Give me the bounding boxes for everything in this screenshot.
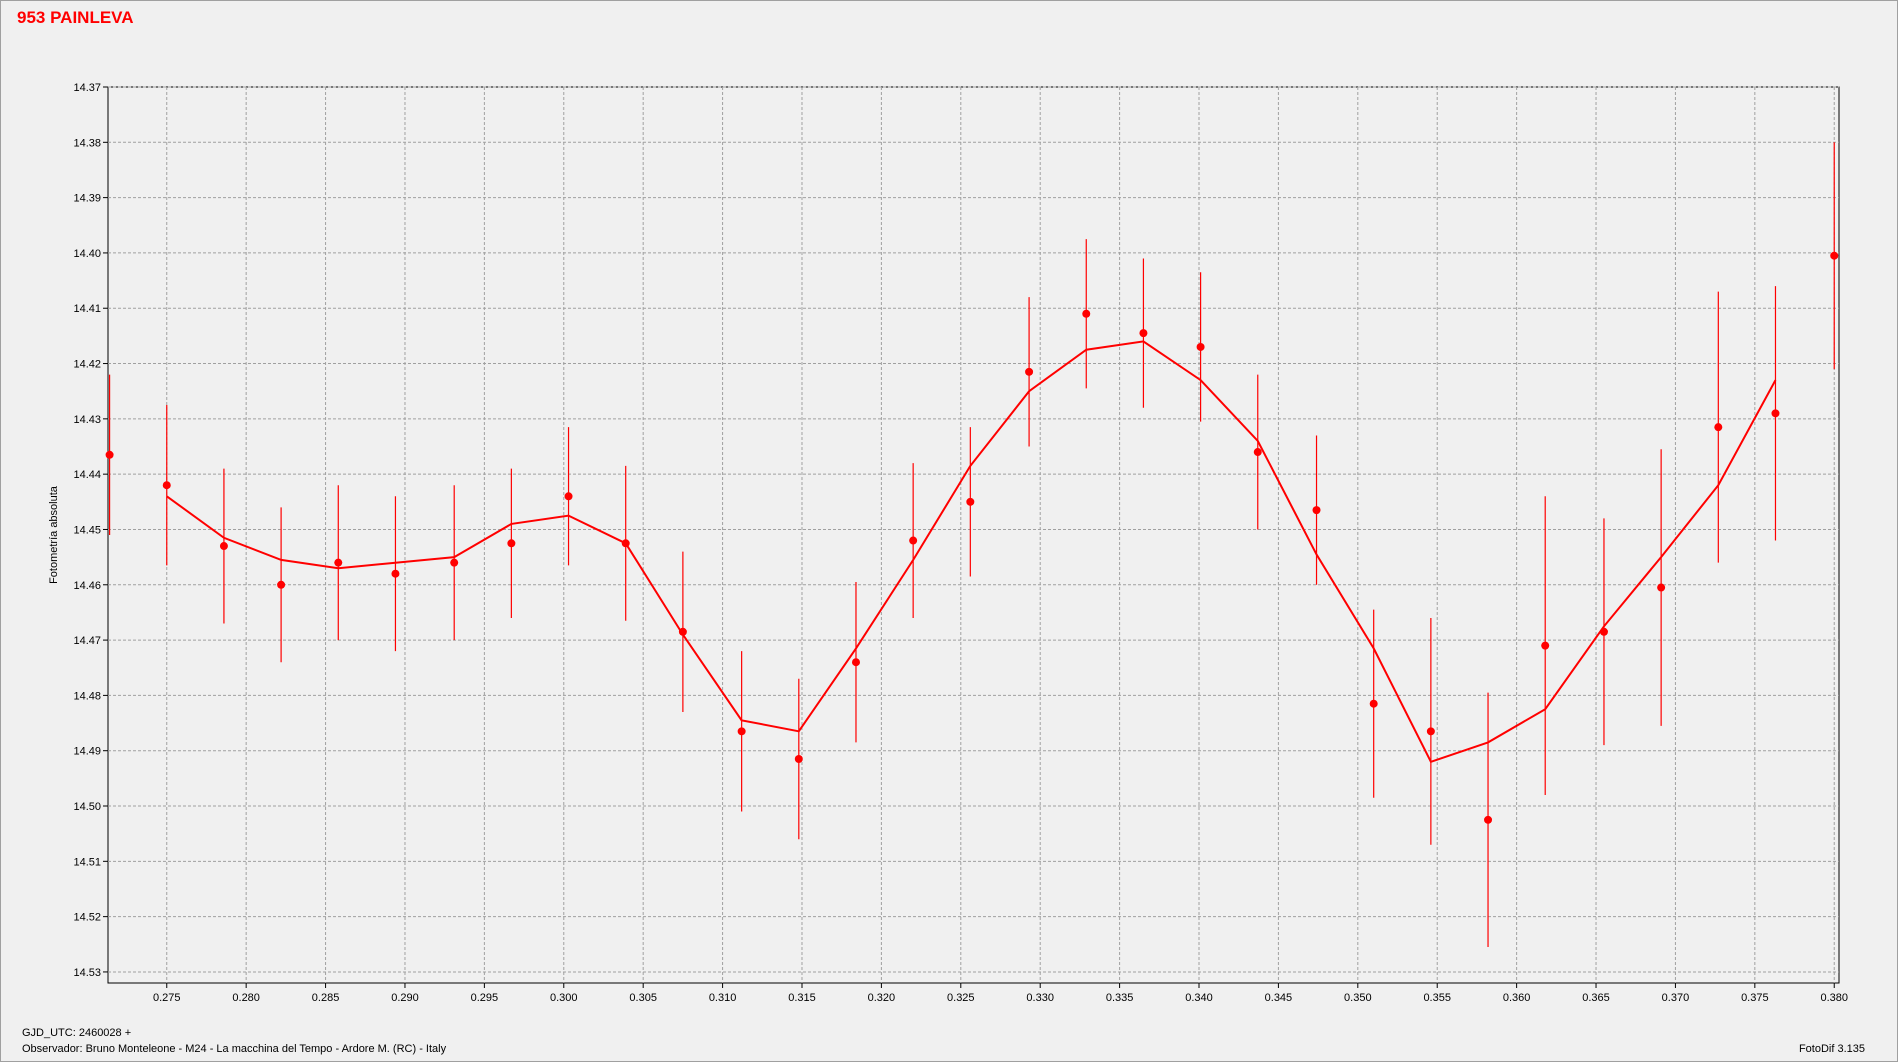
x-tick-label: 0.335 bbox=[1106, 992, 1134, 1004]
data-point bbox=[1312, 506, 1321, 515]
x-tick-label: 0.315 bbox=[788, 992, 816, 1004]
software-footer: FotoDif 3.135 bbox=[1798, 1043, 1865, 1055]
y-tick-label: 14.44 bbox=[73, 469, 101, 481]
x-tick-label: 0.280 bbox=[232, 992, 260, 1004]
y-tick-label: 14.41 bbox=[73, 303, 101, 315]
data-point bbox=[1830, 251, 1839, 260]
x-tick-label: 0.360 bbox=[1503, 992, 1531, 1004]
data-point bbox=[1025, 367, 1034, 376]
x-tick-label: 0.355 bbox=[1423, 992, 1451, 1004]
y-tick-label: 14.45 bbox=[73, 524, 101, 536]
x-tick-label: 0.305 bbox=[629, 992, 657, 1004]
x-tick-label: 0.330 bbox=[1026, 992, 1054, 1004]
y-tick-label: 14.50 bbox=[73, 801, 101, 813]
data-point bbox=[1426, 727, 1435, 736]
x-tick-label: 0.295 bbox=[471, 992, 499, 1004]
x-tick-label: 0.320 bbox=[868, 992, 896, 1004]
x-tick-label: 0.350 bbox=[1344, 992, 1372, 1004]
data-point bbox=[219, 542, 228, 551]
y-tick-label: 14.38 bbox=[73, 137, 101, 149]
data-point bbox=[105, 450, 114, 459]
x-tick-label: 0.345 bbox=[1265, 992, 1293, 1004]
y-tick-label: 14.37 bbox=[73, 82, 101, 94]
chart-plot: 0.275 0.280 0.285 0.290 0.295 0.300 0.305 0.310… bbox=[48, 82, 1848, 1004]
x-tick-label: 0.380 bbox=[1820, 992, 1848, 1004]
data-point bbox=[391, 569, 400, 578]
y-tick-label: 14.42 bbox=[73, 359, 101, 371]
data-point bbox=[1599, 627, 1608, 636]
data-point bbox=[1714, 423, 1723, 432]
x-tick-label: 0.365 bbox=[1582, 992, 1610, 1004]
observer-footer: Observador: Bruno Monteleone - M24 - La … bbox=[22, 1043, 447, 1055]
data-point bbox=[851, 658, 860, 667]
y-tick-label: 14.53 bbox=[73, 967, 101, 979]
x-tick-label: 0.310 bbox=[709, 992, 737, 1004]
data-point bbox=[1082, 309, 1091, 318]
data-point bbox=[909, 536, 918, 545]
x-tick-label: 0.290 bbox=[391, 992, 419, 1004]
data-point bbox=[1541, 641, 1550, 650]
data-point bbox=[794, 755, 803, 763]
y-tick-label: 14.49 bbox=[73, 746, 101, 758]
y-tick-label: 14.52 bbox=[73, 912, 101, 924]
x-tick-label: 0.340 bbox=[1185, 992, 1213, 1004]
y-axis-label: Fotometría absoluta bbox=[48, 485, 60, 584]
data-point bbox=[334, 558, 343, 567]
x-tick-label: 0.300 bbox=[550, 992, 578, 1004]
x-tick-label: 0.325 bbox=[947, 992, 975, 1004]
y-tick-label: 14.46 bbox=[73, 580, 101, 592]
x-tick-label: 0.370 bbox=[1662, 992, 1690, 1004]
data-point bbox=[1196, 342, 1205, 351]
x-tick-label: 0.375 bbox=[1741, 992, 1769, 1004]
x-tick-label: 0.285 bbox=[312, 992, 340, 1004]
data-point bbox=[737, 727, 746, 736]
y-tick-label: 14.39 bbox=[73, 193, 101, 205]
y-tick-label: 14.47 bbox=[73, 635, 101, 647]
y-tick-label: 14.43 bbox=[73, 414, 101, 426]
data-point bbox=[1139, 329, 1148, 338]
data-point bbox=[1484, 815, 1493, 824]
data-point bbox=[1369, 699, 1378, 708]
data-point bbox=[1771, 409, 1780, 418]
data-point bbox=[507, 539, 516, 548]
data-point bbox=[277, 580, 286, 589]
y-tick-label: 14.51 bbox=[73, 856, 101, 868]
gjd-footer: GJD_UTC: 2460028 + bbox=[22, 1027, 132, 1039]
data-point bbox=[564, 492, 573, 501]
data-point bbox=[450, 558, 459, 567]
data-point bbox=[162, 481, 171, 490]
y-tick-label: 14.48 bbox=[73, 690, 101, 702]
y-tick-label: 14.40 bbox=[73, 248, 101, 260]
plot-area bbox=[107, 86, 1840, 984]
data-point bbox=[1657, 583, 1666, 592]
data-point bbox=[966, 497, 975, 506]
x-tick-label: 0.275 bbox=[153, 992, 181, 1004]
data-point bbox=[678, 627, 687, 636]
data-point bbox=[621, 539, 630, 548]
data-point bbox=[1253, 448, 1262, 457]
